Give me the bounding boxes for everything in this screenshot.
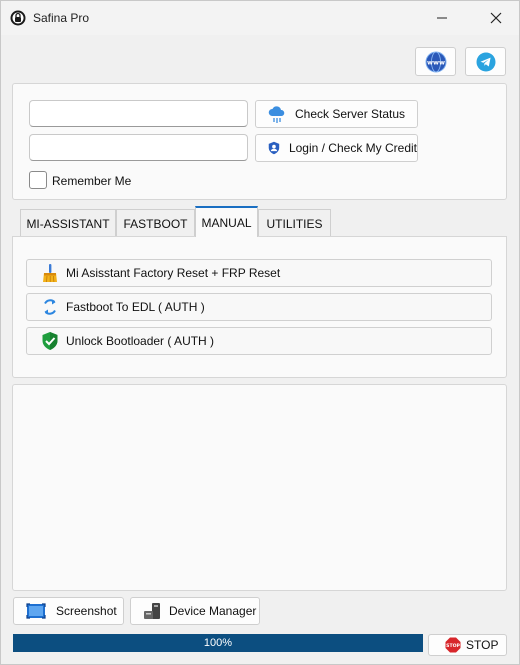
refresh-arrows-icon <box>44 299 56 315</box>
tab-fastboot[interactable]: FASTBOOT <box>116 209 195 237</box>
close-icon <box>490 12 502 24</box>
log-output[interactable] <box>12 384 507 591</box>
title-bar: Safina Pro <box>1 1 519 35</box>
svg-text:STOP: STOP <box>446 643 460 649</box>
device-manager-label: Device Manager <box>169 604 257 618</box>
app-window: Safina Pro www Check Server Status Login… <box>0 0 520 665</box>
telegram-button[interactable] <box>465 47 506 76</box>
check-server-status-button[interactable]: Check Server Status <box>255 100 418 128</box>
broom-icon <box>43 264 57 283</box>
shield-check-icon <box>42 332 58 350</box>
www-icon: www <box>425 51 446 72</box>
minimize-icon <box>437 17 447 19</box>
screenshot-button[interactable]: Screenshot <box>13 597 124 625</box>
password-input[interactable] <box>29 134 248 161</box>
window-title: Safina Pro <box>33 11 90 25</box>
device-manager-icon <box>144 603 160 619</box>
login-button[interactable]: Login / Check My Credit <box>255 134 418 162</box>
tab-fastboot-label: FASTBOOT <box>123 216 188 231</box>
login-label: Login / Check My Credit <box>288 141 417 155</box>
stop-button[interactable]: STOP STOP <box>428 634 507 656</box>
progress-text: 100% <box>203 637 233 649</box>
fastboot-to-edl-label: Fastboot To EDL ( AUTH ) <box>66 300 205 314</box>
shield-user-icon <box>268 141 280 155</box>
tab-manual[interactable]: MANUAL <box>195 206 258 237</box>
factory-reset-frp-label: Mi Asisstant Factory Reset + FRP Reset <box>66 266 281 280</box>
remember-me-label: Remember Me <box>52 174 132 188</box>
username-input[interactable] <box>29 100 248 127</box>
minimize-button[interactable] <box>419 1 465 35</box>
remember-me-checkbox[interactable] <box>29 171 47 189</box>
check-server-status-label: Check Server Status <box>295 107 406 121</box>
factory-reset-frp-button[interactable]: Mi Asisstant Factory Reset + FRP Reset <box>26 259 492 287</box>
screenshot-icon <box>26 603 46 619</box>
tab-mi-assistant[interactable]: MI-ASSISTANT <box>20 209 116 237</box>
screenshot-label: Screenshot <box>56 604 117 618</box>
tab-mi-assistant-label: MI-ASSISTANT <box>26 216 110 231</box>
close-button[interactable] <box>473 1 519 35</box>
stop-sign-icon: STOP <box>445 637 461 653</box>
fastboot-to-edl-button[interactable]: Fastboot To EDL ( AUTH ) <box>26 293 492 321</box>
progress-bar: 100% <box>13 634 423 652</box>
telegram-icon <box>476 52 495 71</box>
cloud-icon <box>268 106 285 123</box>
tab-manual-label: MANUAL <box>201 215 252 230</box>
website-button[interactable]: www <box>415 47 456 76</box>
tab-utilities-label: UTILITIES <box>266 216 323 231</box>
stop-label: STOP <box>466 638 499 652</box>
device-manager-button[interactable]: Device Manager <box>130 597 260 625</box>
unlock-bootloader-button[interactable]: Unlock Bootloader ( AUTH ) <box>26 327 492 355</box>
tab-utilities[interactable]: UTILITIES <box>258 209 331 237</box>
unlock-bootloader-label: Unlock Bootloader ( AUTH ) <box>66 334 215 348</box>
svg-text:www: www <box>426 58 444 66</box>
app-logo-icon <box>10 10 26 26</box>
